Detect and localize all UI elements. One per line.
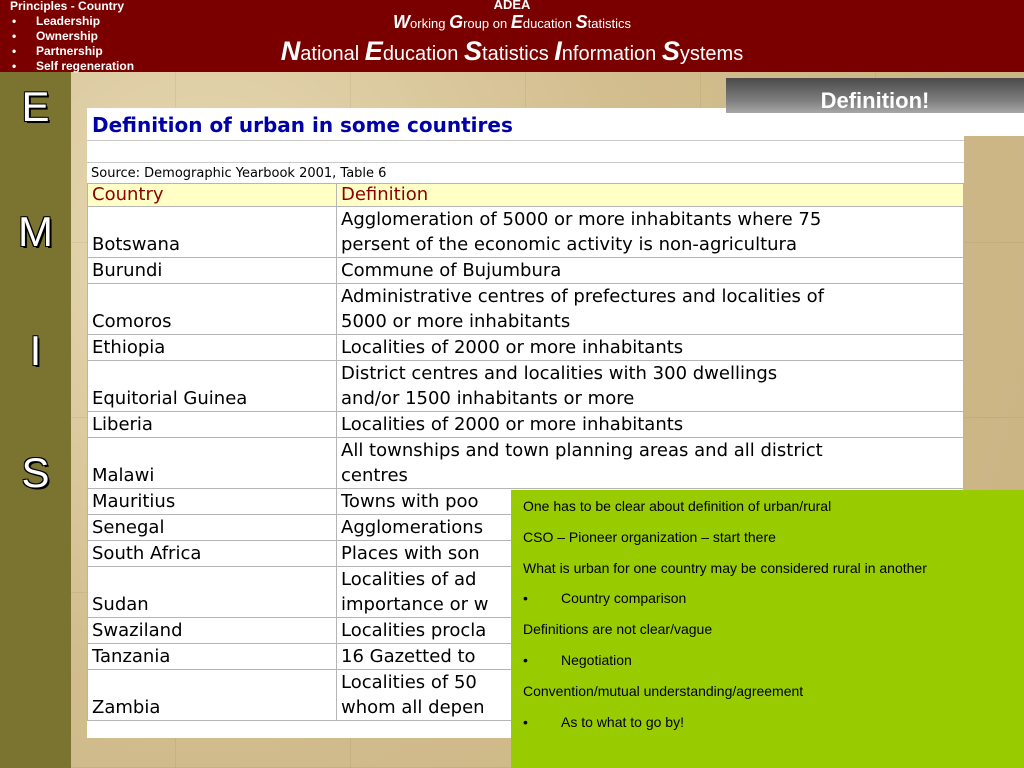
banner-underlay	[726, 113, 1024, 136]
title-word: Systems	[661, 36, 744, 66]
definition-line: persent of the economic activity is non-…	[341, 234, 797, 255]
title-word: Education	[364, 36, 459, 66]
table-row: Burundi Commune of Bujumbura	[87, 257, 964, 284]
title-word: Education	[510, 12, 572, 32]
table-header-row: Country Definition	[87, 183, 964, 207]
sidebar-letter: S	[21, 449, 50, 496]
title-word: Working	[393, 12, 446, 32]
table-row: Comoros Administrative centres of prefect…	[87, 283, 964, 335]
definition-line: centres	[341, 465, 408, 486]
divider	[87, 162, 964, 163]
note-line: What is urban for one country may be con…	[523, 559, 927, 576]
definition-cell: Localities of 2000 or more inhabitants	[336, 334, 964, 361]
country-cell: Liberia	[87, 411, 337, 438]
country-cell: Burundi	[87, 257, 337, 284]
column-header: Country	[87, 183, 337, 207]
definition-cell: Localities of 2000 or more inhabitants	[336, 411, 964, 438]
definition-line: Commune of Bujumbura	[341, 260, 562, 281]
note-line: Definitions are not clear/vague	[523, 621, 713, 638]
definition-line: 5000 or more inhabitants	[341, 311, 571, 332]
title-word: National	[280, 36, 360, 66]
note-text: As to what to go by!	[561, 713, 684, 730]
bullet-glyph: •	[523, 590, 528, 607]
sidebar-letter: I	[29, 327, 42, 374]
definition-cell: All townships and town planning areas an…	[336, 437, 964, 489]
table-row: Liberia Localities of 2000 or more inhabi…	[87, 411, 964, 438]
title-word: Group	[449, 12, 490, 32]
definition-line: and/or 1500 inhabitants or more	[341, 388, 635, 409]
definition-line: Localities of 2000 or more inhabitants	[341, 414, 684, 435]
note-text: Country comparison	[561, 590, 687, 607]
country-cell: Mauritius	[87, 488, 337, 515]
table-row: Ethiopia Localities of 2000 or more inhab…	[87, 334, 964, 361]
note-line: CSO – Pioneer organization – start there	[523, 528, 776, 545]
country-cell: Comoros	[87, 283, 337, 335]
country-cell: South Africa	[87, 540, 337, 567]
table-row: Malawi All townships and town planning ar…	[87, 437, 964, 489]
definition-cell: Administrative centres of prefectures an…	[336, 283, 964, 335]
definition-line: District centres and localities with 300…	[341, 363, 778, 384]
notes-box: One has to be clear about definition of …	[511, 490, 1024, 768]
country-cell: Tanzania	[87, 643, 337, 670]
note-text: Negotiation	[561, 652, 632, 668]
sidebar-letter: E	[21, 83, 50, 130]
slide-header: Principles - Country Leadership Ownershi…	[0, 0, 1024, 74]
country-cell: Ethiopia	[87, 334, 337, 361]
country-cell: Botswana	[87, 206, 337, 258]
country-cell: Senegal	[87, 514, 337, 541]
bullet-glyph: •	[523, 713, 528, 730]
working-group-title: Working Group on Education Statistics	[0, 12, 1024, 33]
title-word: Statistics	[575, 12, 631, 32]
definition-line: All townships and town planning areas an…	[341, 440, 823, 461]
country-cell: Sudan	[87, 566, 337, 618]
bullet-glyph: •	[523, 652, 528, 668]
nesis-title: National Education Statistics Informatio…	[0, 36, 1024, 67]
title-word: on	[492, 16, 508, 31]
country-cell: Malawi	[87, 437, 337, 489]
note-line: Convention/mutual understanding/agreemen…	[523, 682, 804, 699]
country-cell: Zambia	[87, 669, 337, 721]
sidebar-letter: M	[18, 208, 53, 255]
note-line: One has to be clear about definition of …	[523, 498, 832, 514]
definition-line: Agglomeration of 5000 or more inhabitant…	[341, 209, 822, 230]
banner-label: Definition!	[820, 88, 930, 113]
column-header: Definition	[336, 183, 964, 207]
definition-line: Localities of 2000 or more inhabitants	[341, 337, 684, 358]
emis-sidebar: E M I S	[0, 72, 71, 768]
definition-cell: Agglomeration of 5000 or more inhabitant…	[336, 206, 964, 258]
table-row: Equitorial Guinea District centres and lo…	[87, 360, 964, 412]
definition-cell: District centres and localities with 300…	[336, 360, 964, 412]
org-name: ADEA	[493, 0, 531, 12]
country-cell: Equitorial Guinea	[87, 360, 337, 412]
title-word: Statistics	[464, 36, 549, 66]
table-row: Botswana Agglomeration of 5000 or more in…	[87, 206, 964, 258]
definition-cell: Commune of Bujumbura	[336, 257, 964, 284]
source-note: Source: Demographic Yearbook 2001, Table…	[91, 166, 387, 181]
country-cell: Swaziland	[87, 617, 337, 644]
divider	[87, 140, 964, 141]
definition-line: Administrative centres of prefectures an…	[341, 286, 824, 307]
title-word: Information	[554, 36, 657, 66]
panel-title: Definition of urban in some countires	[92, 113, 513, 137]
